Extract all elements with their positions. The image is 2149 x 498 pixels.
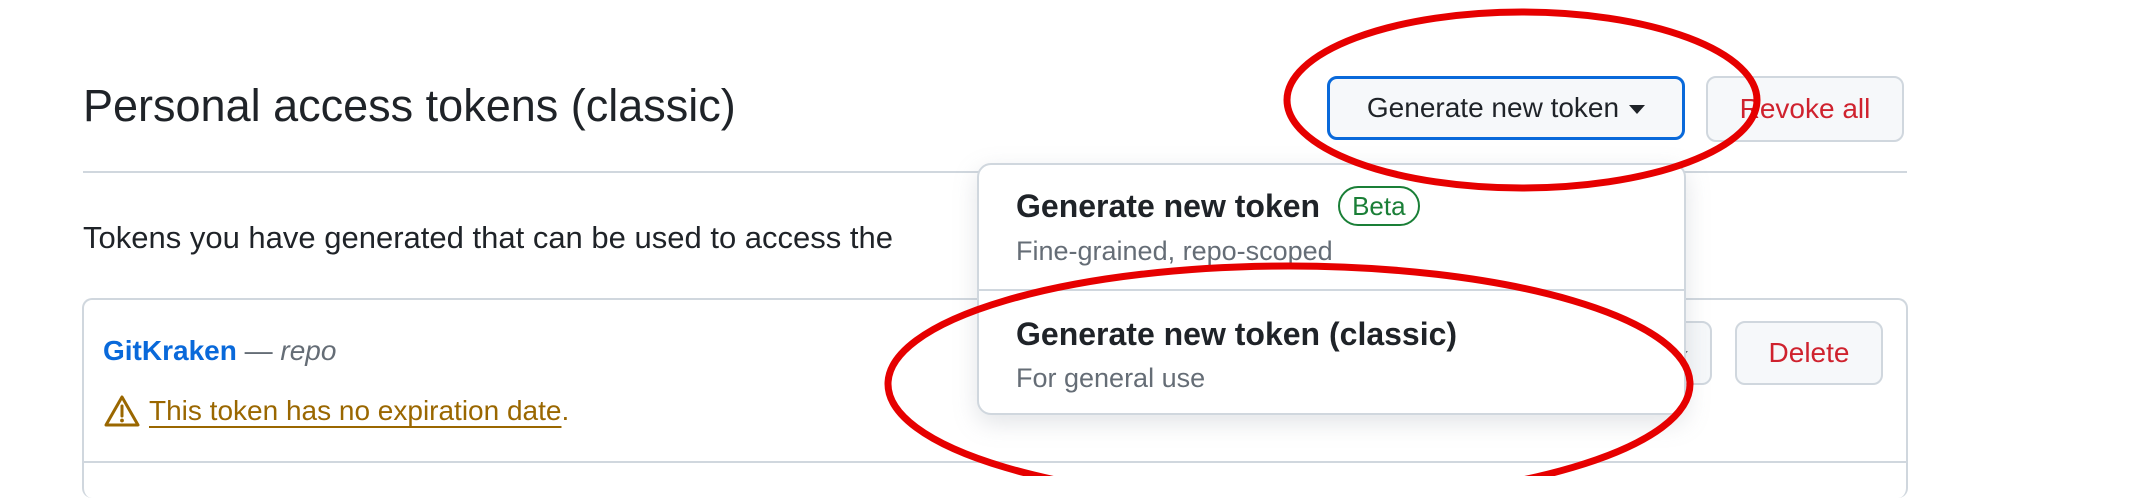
generate-new-token-button[interactable]: Generate new token bbox=[1327, 76, 1685, 140]
token-dash: — bbox=[236, 335, 281, 366]
tokens-description: Tokens you have generated that can be us… bbox=[83, 220, 893, 255]
menu-divider bbox=[977, 289, 1686, 291]
delete-label: Delete bbox=[1768, 337, 1850, 368]
expiration-warning-link[interactable]: This token has no expiration date bbox=[149, 393, 561, 429]
token-row-title: GitKraken — repo bbox=[103, 333, 336, 369]
menu-item-title: Generate new token bbox=[1016, 188, 1321, 224]
warning-icon bbox=[104, 395, 140, 427]
caret-down-icon bbox=[1629, 105, 1646, 114]
menu-item-classic[interactable]: Generate new token (classic) bbox=[1016, 314, 1457, 354]
menu-item-description: Fine-grained, repo-scoped bbox=[1016, 236, 1333, 266]
beta-badge: Beta bbox=[1338, 186, 1420, 226]
menu-item-description: For general use bbox=[1016, 363, 1206, 393]
token-scope: repo bbox=[280, 335, 337, 366]
expiration-warning: This token has no expiration date. bbox=[103, 393, 569, 429]
expiration-warning-period: . bbox=[561, 395, 570, 426]
token-row-divider bbox=[82, 461, 1908, 463]
token-name-link[interactable]: GitKraken bbox=[103, 335, 237, 366]
revoke-all-button[interactable]: Revoke all bbox=[1706, 76, 1904, 142]
delete-token-button[interactable]: Delete bbox=[1735, 321, 1883, 385]
page-title: Personal access tokens (classic) bbox=[83, 80, 736, 131]
menu-item-fine-grained[interactable]: Generate new token Beta bbox=[1016, 186, 1420, 226]
generate-new-token-label: Generate new token bbox=[1366, 92, 1620, 123]
revoke-all-label: Revoke all bbox=[1739, 93, 1871, 124]
